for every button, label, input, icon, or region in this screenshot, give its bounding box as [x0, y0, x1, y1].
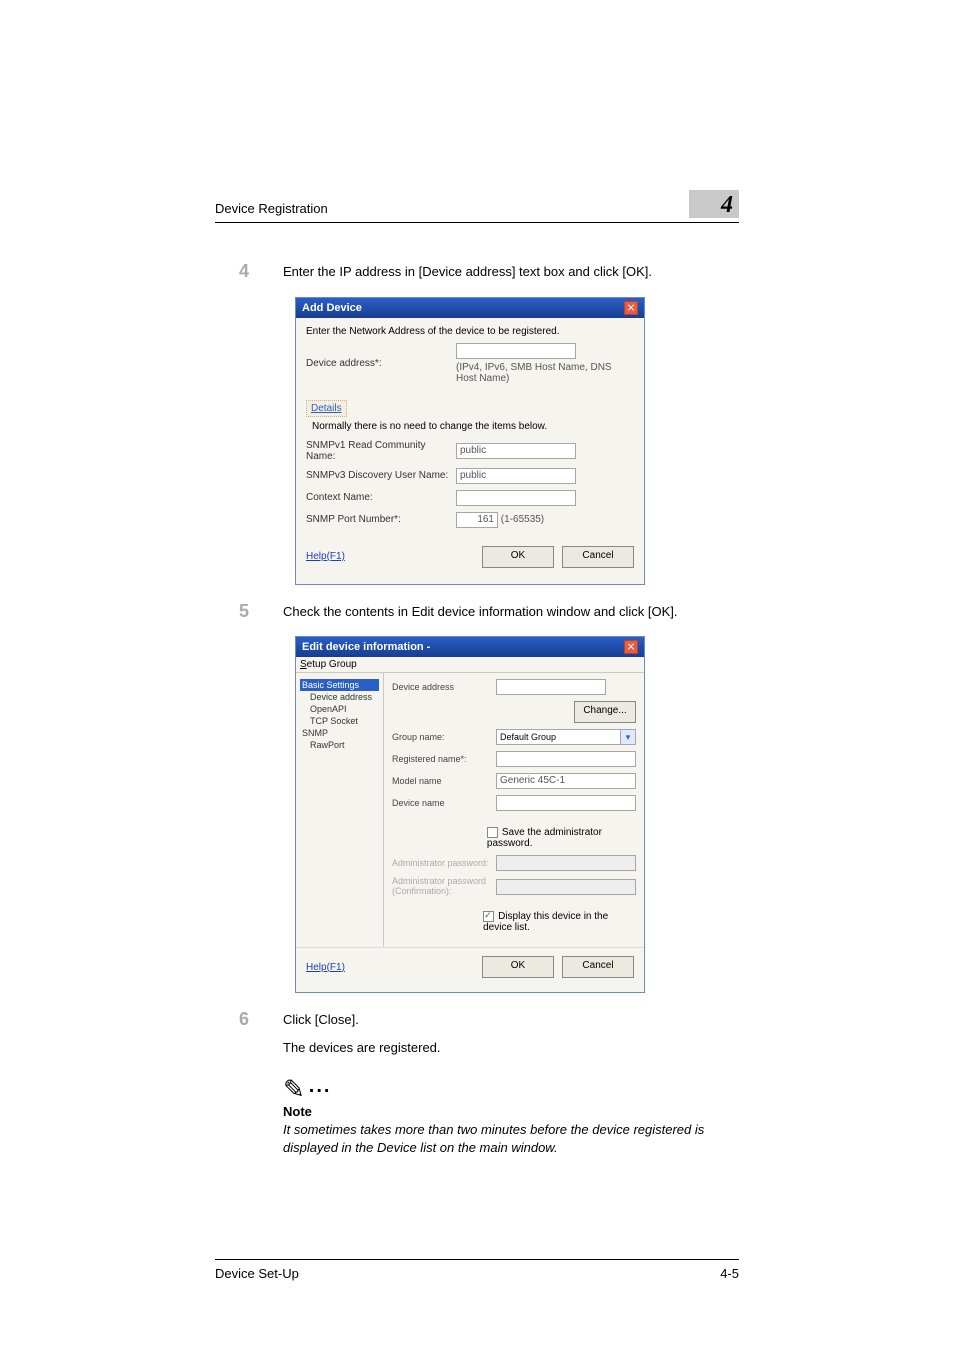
dialog-titlebar: Edit device information - [296, 637, 644, 657]
cancel-button[interactable]: Cancel [562, 956, 634, 978]
port-label: SNMP Port Number*: [306, 514, 456, 525]
nav-openapi[interactable]: OpenAPI [300, 703, 379, 715]
step-number: 6 [239, 1009, 249, 1030]
step-instruction: Enter the IP address in [Device address]… [283, 263, 739, 281]
device-address-input[interactable] [456, 343, 576, 359]
snmpv3-label: SNMPv3 Discovery User Name: [306, 470, 456, 481]
step-4: 4 Enter the IP address in [Device addres… [215, 263, 739, 281]
dialog-body: SSetup Groupetup Group Basic Settings De… [296, 657, 644, 986]
header-chapter-badge: 4 [689, 190, 739, 218]
pencil-icon: ✎ [283, 1076, 305, 1102]
port-range: (1-65535) [501, 514, 544, 525]
settings-main: Device address Change... Group name: Def… [384, 673, 644, 947]
dialog-titlebar: Add Device [296, 298, 644, 318]
close-icon[interactable] [624, 640, 638, 654]
help-link[interactable]: Help(F1) [306, 551, 345, 562]
ok-button[interactable]: OK [482, 546, 554, 568]
step-instruction: Check the contents in Edit device inform… [283, 603, 739, 621]
snmpv1-input[interactable]: public [456, 443, 576, 459]
device-address-hint: (IPv4, IPv6, SMB Host Name, DNS Host Nam… [456, 362, 612, 384]
step-instruction: Click [Close]. [283, 1011, 739, 1029]
close-icon[interactable] [624, 301, 638, 315]
menu-bar: SSetup Groupetup Group [296, 657, 644, 673]
cancel-button[interactable]: Cancel [562, 546, 634, 568]
note-block: ✎... [283, 1072, 739, 1098]
step-body: The devices are registered. [283, 1039, 739, 1057]
step-number: 5 [239, 601, 249, 622]
snmpv3-input[interactable]: public [456, 468, 576, 484]
port-input[interactable]: 161 [456, 512, 498, 528]
dialog-title: Add Device [302, 302, 362, 314]
device-address-label: Device address [392, 682, 496, 692]
change-button[interactable]: Change... [574, 701, 636, 723]
instruction-text: Enter the Network Address of the device … [306, 326, 559, 337]
snmpv1-label: SNMPv1 Read Community Name: [306, 440, 456, 462]
nav-rawport[interactable]: RawPort [300, 739, 379, 751]
admin-password-confirm-label: Administrator password (Confirmation): [392, 877, 496, 897]
admin-password-confirm-input [496, 879, 636, 895]
port-row: SNMP Port Number*: 161 (1-65535) [306, 512, 634, 528]
note-dots-icon: ... [309, 1075, 332, 1097]
context-input[interactable] [456, 490, 576, 506]
add-device-dialog: Add Device Enter the Network Address of … [295, 297, 645, 585]
chevron-down-icon[interactable]: ▾ [620, 730, 635, 744]
footer-left: Device Set-Up [215, 1266, 299, 1281]
page-footer: Device Set-Up 4-5 [215, 1259, 739, 1281]
device-address-row: Device address*: (IPv4, IPv6, SMB Host N… [306, 343, 634, 384]
device-address-display [496, 679, 606, 695]
help-link[interactable]: Help(F1) [306, 962, 345, 973]
dialog-title: Edit device information - [302, 641, 430, 653]
snmpv1-row: SNMPv1 Read Community Name: public [306, 440, 634, 462]
admin-password-input [496, 855, 636, 871]
nav-tcp-socket[interactable]: TCP Socket [300, 715, 379, 727]
snmpv3-row: SNMPv3 Discovery User Name: public [306, 468, 634, 484]
note-body: It sometimes takes more than two minutes… [283, 1121, 739, 1156]
note-title: Note [283, 1104, 739, 1119]
step-5: 5 Check the contents in Edit device info… [215, 603, 739, 621]
footer-page-number: 4-5 [720, 1266, 739, 1281]
dialog-body: Enter the Network Address of the device … [296, 318, 644, 584]
step-number: 4 [239, 261, 249, 282]
details-toggle[interactable]: Details [306, 400, 347, 417]
registered-name-label: Registered name*: [392, 754, 496, 764]
dialog-split: Basic Settings Device address OpenAPI TC… [296, 673, 644, 947]
model-name-label: Model name [392, 776, 496, 786]
registered-name-input[interactable] [496, 751, 636, 767]
page: Device Registration 4 4 Enter the IP add… [0, 0, 954, 1351]
group-name-select[interactable]: Default Group ▾ [496, 729, 636, 745]
instruction-row: Enter the Network Address of the device … [306, 326, 634, 337]
device-address-label: Device address*: [306, 358, 456, 369]
device-name-input[interactable] [496, 795, 636, 811]
nav-basic-settings[interactable]: Basic Settings [300, 679, 379, 691]
context-row: Context Name: [306, 490, 634, 506]
context-label: Context Name: [306, 492, 456, 503]
step-6: 6 Click [Close]. The devices are registe… [215, 1011, 739, 1056]
nav-snmp[interactable]: SNMP [300, 727, 379, 739]
display-in-list-check[interactable]: Display this device in the device list. [483, 911, 636, 933]
save-admin-password-check[interactable]: Save the administrator password. [487, 827, 636, 849]
edit-device-info-dialog: Edit device information - SSetup Groupet… [295, 636, 645, 993]
ok-button[interactable]: OK [482, 956, 554, 978]
menu-setup-group[interactable]: SSetup Groupetup Group [300, 659, 357, 670]
details-note: Normally there is no need to change the … [312, 421, 634, 432]
settings-nav: Basic Settings Device address OpenAPI TC… [296, 673, 384, 947]
device-name-label: Device name [392, 798, 496, 808]
group-name-label: Group name: [392, 732, 496, 742]
nav-device-address[interactable]: Device address [300, 691, 379, 703]
section-title: Device Registration [215, 201, 328, 216]
admin-password-label: Administrator password: [392, 858, 496, 868]
group-name-value: Default Group [500, 732, 556, 742]
model-name-input[interactable]: Generic 45C-1 [496, 773, 636, 789]
page-header: Device Registration 4 [215, 200, 739, 223]
